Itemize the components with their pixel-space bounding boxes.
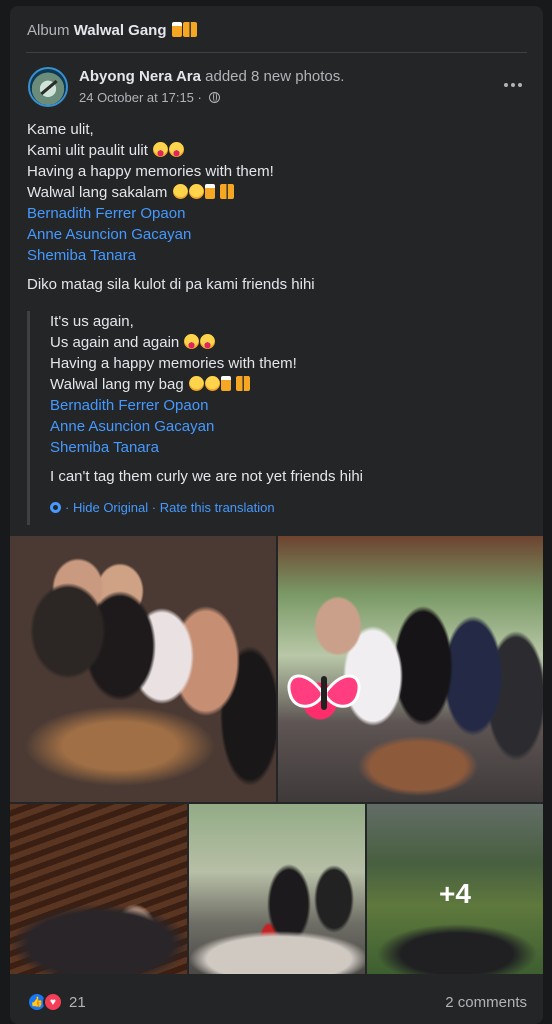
reaction-count[interactable]: 21: [69, 994, 86, 1011]
cheers-emoji-icon: [236, 376, 251, 391]
photo-5[interactable]: +4: [367, 804, 543, 974]
avatar[interactable]: [28, 67, 68, 107]
more-photos-count[interactable]: +4: [367, 878, 543, 910]
author-name[interactable]: Abyong Nera Ara: [79, 68, 201, 85]
tagged-user[interactable]: Anne Asuncion Gacayan: [50, 416, 527, 437]
dot-icon: [504, 83, 508, 87]
globe-icon[interactable]: [208, 92, 220, 103]
translation-block: It's us again, Us again and again Having…: [27, 311, 527, 525]
translation-dot: ·: [65, 500, 70, 515]
laughing-emoji-icon: [172, 184, 188, 199]
post-card: Album Walwal Gang Abyong Nera Ara added …: [10, 6, 543, 1024]
post-closing: Diko matag sila kulot di pa kami friends…: [27, 276, 315, 293]
post-line: Walwal lang sakalam: [27, 182, 527, 203]
post-line: Kame ulit,: [27, 121, 94, 138]
translated-line: It's us again,: [50, 313, 134, 330]
dot-icon: [511, 83, 515, 87]
photo-3[interactable]: [10, 804, 187, 974]
tongue-emoji-icon: [169, 142, 185, 157]
post-line: Kami ulit paulit ulit: [27, 140, 527, 161]
rate-translation-link[interactable]: Rate this translation: [160, 500, 275, 515]
photo-4[interactable]: [189, 804, 365, 974]
tongue-emoji-icon: [184, 334, 200, 349]
translated-closing: I can't tag them curly we are not yet fr…: [50, 468, 364, 485]
joy-emoji-icon: [188, 184, 204, 199]
cheers-emoji-icon: [219, 184, 234, 199]
dot-icon: [518, 83, 522, 87]
post-line: Having a happy memories with them!: [27, 163, 274, 180]
post-line-text: Walwal lang sakalam: [27, 184, 168, 201]
tagged-user[interactable]: Anne Asuncion Gacayan: [27, 224, 527, 245]
translation-controls: · Hide Original · Rate this translation: [50, 497, 527, 518]
translated-line-text: Us again and again: [50, 334, 180, 351]
tagged-user[interactable]: Shemiba Tanara: [27, 245, 527, 266]
author-line: Abyong Nera Ara added 8 new photos.: [79, 68, 344, 85]
post-line-text: Kami ulit paulit ulit: [27, 142, 148, 159]
post-timestamp[interactable]: 24 October at 17:15: [79, 90, 194, 105]
tongue-emoji-icon: [200, 334, 216, 349]
tagged-user[interactable]: Bernadith Ferrer Opaon: [50, 395, 527, 416]
beer-emoji-icon: [204, 184, 215, 199]
butterfly-sticker-icon: [287, 674, 361, 710]
joy-emoji-icon: [204, 376, 220, 391]
author-action: added 8 new photos.: [205, 68, 345, 85]
post-footer: 👍 ♥ 21 2 comments: [10, 986, 543, 1024]
meta-separator: ·: [197, 90, 202, 105]
divider: [26, 52, 527, 53]
tagged-user[interactable]: Shemiba Tanara: [50, 437, 527, 458]
translated-line: Us again and again: [50, 332, 527, 353]
translation-dot: ·: [151, 500, 157, 515]
photo-grid: +4: [10, 536, 543, 974]
beer-emoji-icon: [171, 22, 182, 37]
translated-line: Having a happy memories with them!: [50, 355, 297, 372]
album-prefix: Album: [27, 22, 70, 39]
tagged-user[interactable]: Bernadith Ferrer Opaon: [27, 203, 527, 224]
gear-icon[interactable]: [50, 502, 61, 513]
hide-original-link[interactable]: Hide Original: [73, 500, 148, 515]
album-header: Album Walwal Gang: [10, 6, 543, 52]
album-name[interactable]: Walwal Gang: [74, 22, 167, 39]
laughing-emoji-icon: [188, 376, 204, 391]
photo-2[interactable]: [278, 536, 543, 802]
comments-count-link[interactable]: 2 comments: [445, 994, 527, 1011]
post-body: Kame ulit, Kami ulit paulit ulit Having …: [27, 119, 527, 295]
translated-line-text: Walwal lang my bag: [50, 376, 184, 393]
post-meta: 24 October at 17:15 ·: [79, 90, 220, 105]
love-reaction-icon: ♥: [43, 992, 63, 1012]
post-header: Abyong Nera Ara added 8 new photos. 24 O…: [28, 65, 528, 113]
beer-emoji-icon: [220, 376, 231, 391]
cheers-emoji-icon: [182, 22, 197, 37]
more-options-button[interactable]: [500, 75, 526, 95]
tongue-emoji-icon: [153, 142, 169, 157]
photo-1[interactable]: [10, 536, 276, 802]
translated-line: Walwal lang my bag: [50, 374, 527, 395]
reactions-summary[interactable]: 👍 ♥ 21: [27, 992, 86, 1012]
